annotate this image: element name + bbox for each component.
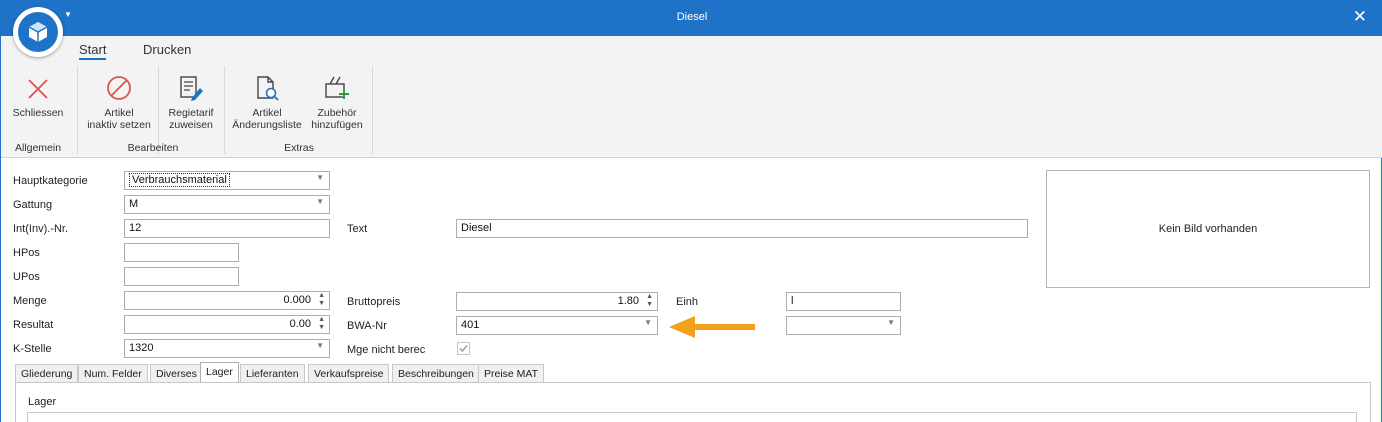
text-value: Diesel <box>461 222 492 234</box>
hauptkategorie-label: Hauptkategorie <box>13 175 88 187</box>
text-input[interactable]: Diesel <box>456 219 1028 238</box>
resultat-value: 0.00 <box>289 318 311 330</box>
einh-input[interactable]: l <box>786 292 901 311</box>
chevron-down-icon: ▼ <box>316 341 324 350</box>
tab-drucken[interactable]: Drucken <box>143 42 191 57</box>
tab-lieferanten[interactable]: Lieferanten <box>240 364 305 383</box>
group-label-extras: Extras <box>284 142 314 154</box>
image-placeholder-text: Kein Bild vorhanden <box>1158 223 1258 235</box>
hauptkategorie-value: Verbrauchsmaterial <box>129 173 230 187</box>
intnr-value: 12 <box>129 222 142 234</box>
arrow-pointer-icon <box>669 316 755 338</box>
aenderungsliste-button[interactable]: Artikel Änderungsliste <box>229 68 305 140</box>
menge-value: 0.000 <box>283 294 311 306</box>
gattung-label: Gattung <box>13 199 53 211</box>
image-placeholder[interactable]: Kein Bild vorhanden <box>1046 170 1370 288</box>
inactive-button-label-2: inaktiv setzen <box>87 119 151 131</box>
gattung-select[interactable]: M ▼ <box>124 195 330 214</box>
resultat-spin-input[interactable]: 0.00 ▲ ▼ <box>124 315 330 334</box>
tab-diverses[interactable]: Diverses <box>150 364 203 383</box>
hpos-input[interactable] <box>124 243 239 262</box>
close-button-label: Schliessen <box>12 107 64 119</box>
tab-gliederung[interactable]: Gliederung <box>15 364 79 383</box>
regietarif-button-label-2: zuweisen <box>169 119 213 131</box>
tab-num-felder[interactable]: Num. Felder <box>78 364 148 383</box>
resultat-label: Resultat <box>13 319 54 331</box>
einh-label: Einh <box>676 296 699 308</box>
upos-label: UPos <box>13 271 40 283</box>
lager-grid <box>27 412 1357 422</box>
tab-start[interactable]: Start <box>79 42 107 60</box>
gattung-value: M <box>129 198 139 210</box>
mge-checkbox[interactable] <box>457 342 470 355</box>
mge-label: Mge nicht berec <box>347 344 426 356</box>
group-label-bearbeiten: Bearbeiten <box>127 142 179 154</box>
ribbon-separator <box>158 66 159 154</box>
application-menu-button[interactable] <box>13 7 63 57</box>
intnr-label: Int(Inv).-Nr. <box>13 223 69 235</box>
edit-list-icon <box>161 68 221 102</box>
hpos-label: HPos <box>13 247 40 259</box>
chevron-down-icon: ▼ <box>887 318 895 327</box>
spin-arrows-icon[interactable]: ▲ ▼ <box>318 316 325 332</box>
ribbon: Schliessen Artikel inaktiv setzen Regiet… <box>1 64 1382 158</box>
document-search-icon <box>229 68 305 102</box>
bruttopreis-label: Bruttopreis <box>347 296 401 308</box>
cube-logo-icon <box>18 12 58 52</box>
spin-arrows-icon[interactable]: ▲ ▼ <box>646 293 653 309</box>
menge-label: Menge <box>13 295 47 307</box>
menge-spin-input[interactable]: 0.000 ▲ ▼ <box>124 291 330 310</box>
window: ▼ Diesel ✕ Start Drucken Schliessen Arti… <box>0 0 1382 422</box>
bwanr-value: 401 <box>461 319 480 331</box>
window-title: Diesel <box>676 11 708 23</box>
chevron-down-icon: ▼ <box>316 173 324 182</box>
kstelle-value: 1320 <box>129 342 154 354</box>
chevron-down-icon: ▼ <box>316 197 324 206</box>
zubehoer-button[interactable]: Zubehör hinzufügen <box>307 68 367 140</box>
inactive-button-label-1: Artikel <box>104 107 134 119</box>
bruttopreis-spin-input[interactable]: 1.80 ▲ ▼ <box>456 292 658 311</box>
text-label: Text <box>347 223 368 235</box>
no-entry-icon <box>83 68 155 102</box>
group-label-allgemein: Allgemein <box>14 142 62 154</box>
close-button[interactable]: Schliessen <box>9 68 67 140</box>
title-bar: ▼ Diesel ✕ <box>1 0 1382 36</box>
aenderungsliste-button-label-1: Artikel <box>252 107 282 119</box>
regietarif-button-label-1: Regietarif <box>168 107 214 119</box>
einh2-select[interactable]: ▼ <box>786 316 901 335</box>
bruttopreis-value: 1.80 <box>617 295 639 307</box>
ribbon-separator <box>372 66 373 154</box>
ribbon-tab-strip: Start Drucken <box>1 36 1382 64</box>
einh-value: l <box>791 295 794 307</box>
ribbon-separator <box>77 66 78 154</box>
intnr-input[interactable]: 12 <box>124 219 330 238</box>
spin-arrows-icon[interactable]: ▲ ▼ <box>318 292 325 308</box>
lager-group-title: Lager <box>28 396 57 408</box>
ribbon-separator <box>224 66 225 154</box>
inactive-button[interactable]: Artikel inaktiv setzen <box>83 68 155 140</box>
chevron-down-icon: ▼ <box>644 318 652 327</box>
checkmark-icon <box>459 345 468 353</box>
tab-lager[interactable]: Lager <box>200 362 239 383</box>
close-x-icon <box>9 68 67 102</box>
tab-preise-mat[interactable]: Preise MAT <box>478 364 545 383</box>
tab-verkaufspreise[interactable]: Verkaufspreise <box>308 364 390 383</box>
regietarif-button[interactable]: Regietarif zuweisen <box>161 68 221 140</box>
kstelle-label: K-Stelle <box>13 343 52 355</box>
zubehoer-button-label-1: Zubehör <box>317 107 357 119</box>
bwanr-select[interactable]: 401 ▼ <box>456 316 658 335</box>
kstelle-select[interactable]: 1320 ▼ <box>124 339 330 358</box>
tools-add-icon <box>307 68 367 102</box>
upos-input[interactable] <box>124 267 239 286</box>
window-close-icon[interactable]: ✕ <box>1353 8 1367 25</box>
zubehoer-button-label-2: hinzufügen <box>311 119 363 131</box>
hauptkategorie-select[interactable]: Verbrauchsmaterial ▼ <box>124 171 330 190</box>
bwanr-label: BWA-Nr <box>347 320 387 332</box>
tab-beschreibungen[interactable]: Beschreibungen <box>392 364 480 383</box>
aenderungsliste-button-label-2: Änderungsliste <box>232 119 302 131</box>
